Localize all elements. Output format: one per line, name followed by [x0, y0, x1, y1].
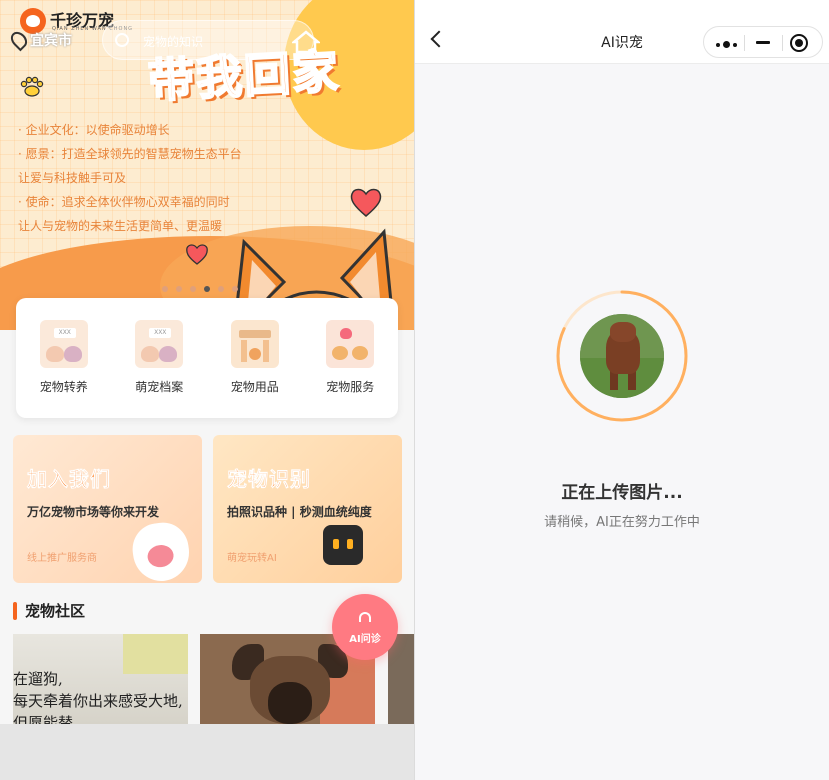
screen: 千珍万宠 QIAN ZHEN WAN CHONG 宜宾市 宠物的知识 带我回家	[0, 0, 829, 780]
mission-line: · 使命：追求全体伙伴物心双幸福的同时	[18, 195, 230, 209]
quick-action-label: 宠物转养	[39, 380, 88, 394]
quick-action-services[interactable]: 宠物服务	[310, 320, 390, 418]
card-title: 加入我们	[27, 467, 111, 492]
ai-recognition-page: AI识宠 正在上传图片... 请稍候，AI正在努力工作中	[415, 0, 829, 780]
carousel-dot[interactable]	[162, 286, 168, 292]
community-header: 宠物社区	[13, 600, 85, 621]
headset-icon	[359, 612, 371, 622]
ai-consult-button[interactable]: AI问诊	[332, 594, 398, 660]
fab-label: AI问诊	[349, 634, 381, 645]
capsule-divider	[744, 35, 745, 51]
card-title: 宠物识别	[227, 467, 311, 492]
quick-action-label: 宠物用品	[230, 380, 279, 394]
card-note: 萌宠玩转AI	[227, 553, 277, 564]
paw-icon	[129, 519, 193, 583]
heart-icon	[350, 188, 382, 217]
section-title: 宠物社区	[25, 602, 86, 620]
hero-banner[interactable]: 千珍万宠 QIAN ZHEN WAN CHONG 宜宾市 宠物的知识 带我回家	[0, 0, 414, 330]
location-pin-icon	[7, 28, 31, 52]
tag-label: XXX	[53, 328, 76, 338]
pet-recognition-card[interactable]: 宠物识别 拍照识品种 | 秒测血统纯度 萌宠玩转AI	[213, 435, 402, 583]
card-subtitle: 拍照识品种 | 秒测血统纯度	[227, 505, 372, 519]
mission-line: · 愿景：打造全球领先的智慧宠物生态平台	[18, 147, 242, 161]
carousel-dot[interactable]	[190, 286, 196, 292]
location-city: 宜宾市	[30, 33, 72, 49]
tag-label: XXX	[149, 328, 172, 338]
close-target-icon[interactable]	[790, 34, 808, 52]
card-subtitle: 万亿宠物市场等你来开发	[27, 505, 160, 519]
minimize-icon[interactable]	[756, 41, 770, 44]
carousel-dot[interactable]	[218, 286, 224, 292]
paw-icon	[20, 76, 44, 97]
mission-line: 让爱与科技触手可及	[18, 171, 127, 185]
post-text-line: 每天牵着你出来感受大地,	[13, 692, 183, 710]
robot-icon	[313, 525, 373, 573]
quick-action-label: 萌宠档案	[135, 380, 184, 394]
carousel-dot[interactable]	[176, 286, 182, 292]
card-note: 线上推广服务商	[27, 553, 97, 564]
cats-adoption-icon: XXX	[39, 320, 88, 368]
mission-text: · 企业文化：以使命驱动增长 · 愿景：打造全球领先的智慧宠物生态平台 让爱与科…	[18, 118, 298, 238]
upload-progress	[555, 289, 689, 423]
house-icon	[292, 30, 320, 54]
carousel-dot-active[interactable]	[204, 286, 210, 292]
status-title: 正在上传图片...	[561, 483, 683, 503]
quick-action-supplies[interactable]: 宠物用品	[215, 320, 295, 418]
heart-icon	[186, 244, 208, 265]
quick-action-label: 宠物服务	[326, 380, 375, 394]
pet-supplies-icon	[230, 320, 279, 368]
post-text-line: 在遛狗,	[13, 670, 63, 688]
more-icon[interactable]	[716, 41, 737, 48]
mission-line: · 企业文化：以使命驱动增长	[18, 123, 170, 137]
post-text-line: 但愿能替	[13, 714, 74, 724]
status-subtitle: 请稍候，AI正在努力工作中	[544, 515, 700, 530]
quick-action-adoption[interactable]: XXX 宠物转养	[24, 320, 104, 418]
community-post[interactable]	[388, 634, 414, 724]
tab-bar-area	[0, 724, 414, 780]
mini-program-capsule	[703, 26, 823, 58]
pet-services-icon	[326, 320, 375, 368]
search-icon	[115, 33, 129, 47]
post-text: 在遛狗, 每天牵着你出来感受大地, 但愿能替	[13, 668, 183, 724]
cats-profile-icon: XXX	[135, 320, 184, 368]
uploaded-dog-photo	[580, 314, 664, 398]
nav-bar: AI识宠	[415, 0, 829, 64]
section-accent-bar	[13, 601, 17, 620]
carousel-indicator[interactable]	[162, 286, 238, 292]
quick-actions: XXX 宠物转养 XXX 萌宠档案 宠物用品 宠物服务	[16, 298, 398, 418]
join-us-card[interactable]: 加入我们 万亿宠物市场等你来开发 线上推广服务商	[13, 435, 202, 583]
capsule-divider	[782, 35, 783, 51]
carousel-dot[interactable]	[232, 286, 238, 292]
quick-action-profile[interactable]: XXX 萌宠档案	[119, 320, 199, 418]
community-post[interactable]: 在遛狗, 每天牵着你出来感受大地, 但愿能替	[13, 634, 188, 724]
home-page: 千珍万宠 QIAN ZHEN WAN CHONG 宜宾市 宠物的知识 带我回家	[0, 0, 414, 780]
location-selector[interactable]: 宜宾市	[7, 28, 72, 52]
